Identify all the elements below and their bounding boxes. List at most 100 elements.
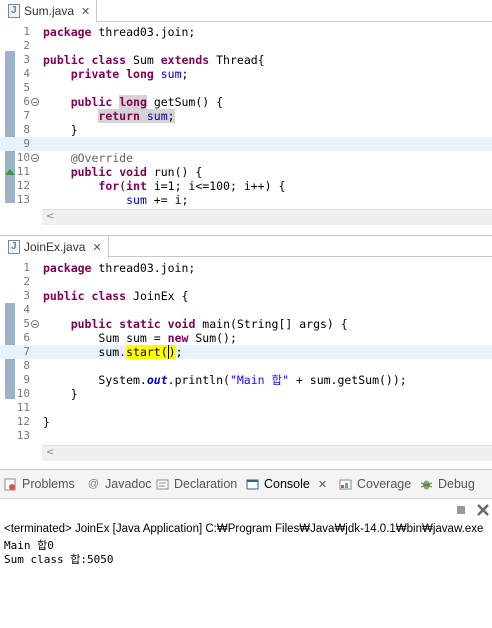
code-line: 13 xyxy=(0,429,492,443)
code-text: sum += i; xyxy=(126,193,189,207)
line-number: 13 xyxy=(16,193,30,206)
line-number: 12 xyxy=(16,179,30,192)
line-number: 2 xyxy=(23,275,30,288)
code-line: 12 } xyxy=(0,415,492,429)
tab-joinex-java[interactable]: JoinEx.java ✕ xyxy=(0,236,109,258)
java-file-icon xyxy=(8,4,20,18)
code-line: 4 private long sum; xyxy=(0,67,492,81)
line-number: 3 xyxy=(23,289,30,302)
problems-icon xyxy=(4,478,16,490)
line-number: 11 xyxy=(16,165,30,178)
console-toolbar xyxy=(454,500,490,520)
text-caret: ) xyxy=(167,345,176,359)
code-text: return sum; xyxy=(98,109,175,123)
code-text: package thread03.join; xyxy=(43,261,196,275)
code-line: 4 xyxy=(0,303,492,317)
override-marker-icon xyxy=(5,169,15,175)
line-number: 4 xyxy=(23,67,30,80)
code-text: package thread03.join; xyxy=(43,25,196,39)
close-icon[interactable]: ✕ xyxy=(81,5,90,18)
line-number: 9 xyxy=(23,137,30,150)
tab-label: Sum.java xyxy=(24,4,75,18)
console-icon xyxy=(246,479,259,489)
terminate-icon[interactable] xyxy=(454,503,468,517)
line-number: 7 xyxy=(23,109,30,122)
code-line: 11 public void run() { xyxy=(0,165,492,179)
fold-toggle-icon[interactable] xyxy=(31,98,39,106)
code-text: Sum sum = new Sum(); xyxy=(98,331,237,345)
close-icon[interactable]: ✕ xyxy=(318,478,327,491)
editor-joinex-java[interactable]: 1 package thread03.join; 2 3 public clas… xyxy=(0,259,492,445)
code-line: 13 sum += i; xyxy=(0,193,492,207)
code-text: public long getSum() { xyxy=(70,95,224,109)
current-line: 7 sum.start(); xyxy=(0,345,492,359)
tab-javadoc[interactable]: @ Javadoc xyxy=(87,477,152,491)
line-number: 10 xyxy=(16,151,30,164)
code-line: 6 public long getSum() { xyxy=(0,95,492,109)
code-line: 8 } xyxy=(0,123,492,137)
line-number: 5 xyxy=(23,81,30,94)
tab-problems[interactable]: Problems xyxy=(4,477,75,491)
code-text: } xyxy=(70,387,78,401)
code-line: 2 xyxy=(0,275,492,289)
line-number: 6 xyxy=(23,331,30,344)
declaration-icon xyxy=(156,479,169,489)
code-line: 9 System.out.println("Main 합" + sum.getS… xyxy=(0,373,492,387)
at-icon: @ xyxy=(87,477,100,490)
line-number: 9 xyxy=(23,373,30,386)
code-line: 8 xyxy=(0,359,492,373)
tab-label: JoinEx.java xyxy=(24,240,86,254)
line-number: 12 xyxy=(16,415,30,428)
horizontal-scrollbar[interactable]: < xyxy=(42,445,492,461)
code-line: 6 Sum sum = new Sum(); xyxy=(0,331,492,345)
editor-tabbar-joinex: JoinEx.java ✕ xyxy=(0,235,492,258)
line-number: 5 xyxy=(23,317,30,330)
code-line: 10 } xyxy=(0,387,492,401)
code-line: 2 xyxy=(0,39,492,53)
code-text: System.out.println("Main 합" + sum.getSum… xyxy=(98,373,407,387)
code-text: @Override xyxy=(70,151,134,165)
line-number: 1 xyxy=(23,25,30,38)
tab-console[interactable]: Console ✕ xyxy=(246,477,327,491)
tab-debug[interactable]: Debug xyxy=(420,477,475,491)
editor-sum-java[interactable]: 1 package thread03.join; 2 3 public clas… xyxy=(0,23,492,211)
line-number: 11 xyxy=(16,401,30,414)
console-output[interactable]: <terminated> JoinEx [Java Application] C… xyxy=(0,520,492,628)
tab-coverage[interactable]: Coverage xyxy=(339,477,411,491)
line-number: 1 xyxy=(23,261,30,274)
code-line: 12 for(int i=1; i<=100; i++) { xyxy=(0,179,492,193)
tab-declaration[interactable]: Declaration xyxy=(156,477,237,491)
code-text: public void run() { xyxy=(70,165,203,179)
code-line: 1 package thread03.join; xyxy=(0,261,492,275)
fold-toggle-icon[interactable] xyxy=(31,320,39,328)
line-number: 3 xyxy=(23,53,30,66)
code-line: 5 xyxy=(0,81,492,95)
code-text: public class Sum extends Thread{ xyxy=(43,53,265,67)
current-line: 9 xyxy=(0,137,492,151)
console-line: Main 합0 xyxy=(4,539,54,552)
line-number: 7 xyxy=(23,345,30,358)
coverage-icon xyxy=(339,479,352,489)
code-text: public class JoinEx { xyxy=(43,289,189,303)
code-text: sum.start(); xyxy=(98,345,183,359)
code-line: 1 package thread03.join; xyxy=(0,25,492,39)
line-number: 8 xyxy=(23,359,30,372)
scroll-left-icon[interactable]: < xyxy=(46,211,54,222)
horizontal-scrollbar[interactable]: < xyxy=(42,209,492,225)
line-number: 8 xyxy=(23,123,30,136)
scroll-left-icon[interactable]: < xyxy=(46,447,54,458)
code-text: public static void main(String[] args) { xyxy=(70,317,348,331)
editor-tabbar-sum: Sum.java ✕ xyxy=(0,0,492,22)
close-icon[interactable]: ✕ xyxy=(92,241,101,254)
line-number: 4 xyxy=(23,303,30,316)
code-text: for(int i=1; i<=100; i++) { xyxy=(98,179,286,193)
code-text: } xyxy=(70,123,78,137)
code-line: 11 xyxy=(0,401,492,415)
tab-sum-java[interactable]: Sum.java ✕ xyxy=(0,0,98,22)
remove-launch-icon[interactable] xyxy=(476,503,490,517)
fold-toggle-icon[interactable] xyxy=(31,154,39,162)
code-line: 7 return sum; xyxy=(0,109,492,123)
line-number: 13 xyxy=(16,429,30,442)
code-line: 3 public class Sum extends Thread{ xyxy=(0,53,492,67)
code-line: 10 @Override xyxy=(0,151,492,165)
